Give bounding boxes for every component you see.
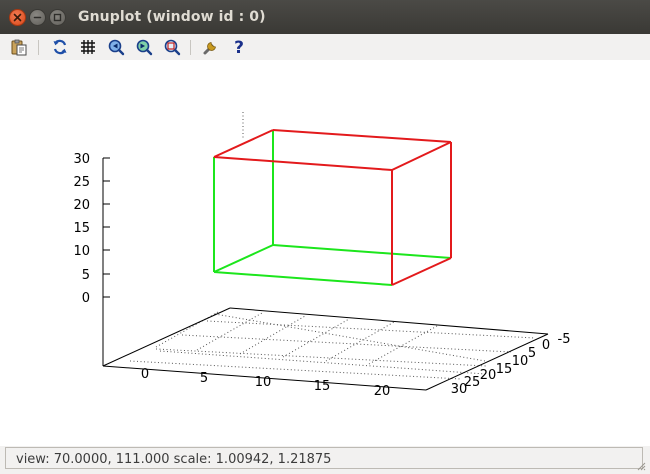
grid-icon: [81, 40, 95, 54]
minimize-button[interactable]: [29, 8, 46, 26]
window-title: Gnuplot (window id : 0): [78, 9, 266, 25]
grid-line: [181, 334, 512, 353]
close-button[interactable]: [9, 8, 26, 26]
z-tick-label: 5: [82, 268, 90, 283]
grid-line: [239, 315, 306, 355]
help-icon: ?: [234, 38, 244, 56]
zoom-previous-icon: [108, 39, 125, 56]
x-tick-label: 5: [200, 371, 208, 386]
x-tick-label: 0: [141, 367, 149, 382]
z-tick-label: 0: [82, 291, 90, 306]
toolbar-separator: [38, 40, 39, 55]
next-zoom-button[interactable]: [133, 37, 155, 57]
box-front-edge: [213, 156, 393, 171]
zoom-next-icon: [136, 39, 153, 56]
x-tick-label: 20: [374, 384, 391, 399]
box-back-edge: [213, 244, 274, 273]
settings-button[interactable]: [200, 37, 222, 57]
grid-line: [155, 348, 487, 367]
box-back-edge: [213, 271, 393, 286]
gnuplot-window: Gnuplot (window id : 0) ? 30 25 20 15 10…: [0, 0, 650, 474]
x-tick-label: 10: [255, 375, 272, 390]
status-frame: view: 70.0000, 111.000 scale: 1.00942, 1…: [5, 447, 643, 469]
autoscale-button[interactable]: [161, 37, 183, 57]
z-tick-label: 25: [73, 175, 90, 190]
svg-text:?: ?: [234, 38, 244, 56]
replot-button[interactable]: [49, 37, 71, 57]
box-back-edges: [213, 130, 452, 286]
grid-line: [368, 325, 438, 365]
maximize-icon: [53, 13, 62, 21]
plot-surface[interactable]: 30 25 20 15 10 5 0 0 5 10 15 20 -5 0 5 1…: [0, 60, 650, 446]
plot-axes: [102, 157, 549, 391]
toolbar-separator: [190, 40, 191, 55]
box-front-edge: [272, 129, 452, 143]
z-tick-label: 15: [73, 221, 90, 236]
grid-line: [159, 350, 486, 375]
base-grid: [129, 112, 536, 380]
status-bar: view: 70.0000, 111.000 scale: 1.00942, 1…: [0, 446, 650, 474]
z-tick-labels: 30 25 20 15 10 5 0: [73, 152, 90, 306]
toolbar: ?: [0, 34, 650, 60]
y-tick-label: -5: [558, 332, 571, 347]
refresh-icon: [53, 39, 67, 55]
box-front-edge: [213, 129, 274, 158]
toggle-grid-button[interactable]: [77, 37, 99, 57]
z-tick-label: 30: [73, 152, 90, 167]
z-tick-label: 20: [73, 198, 90, 213]
grid-line: [282, 318, 350, 358]
box-front-edge: [391, 141, 452, 171]
title-bar[interactable]: Gnuplot (window id : 0): [0, 0, 650, 35]
y-tick-labels: -5 0 5 10 15 20 25 30: [451, 332, 571, 397]
box-front-edge: [391, 257, 452, 286]
y-tick-label: 0: [542, 338, 550, 353]
base-edge-left: [102, 307, 231, 367]
zoom-autoscale-icon: [164, 39, 181, 56]
grid-line: [206, 320, 536, 339]
grid-line: [214, 313, 486, 362]
x-tick-label: 15: [314, 379, 331, 394]
y-tick-label: 5: [528, 346, 536, 361]
clipboard-icon: [11, 39, 27, 56]
copy-to-clipboard-button[interactable]: [8, 37, 30, 57]
z-tick-label: 10: [73, 244, 90, 259]
box-front-edges: [213, 129, 452, 286]
maximize-button[interactable]: [49, 8, 66, 26]
y-tick-label: 30: [451, 382, 468, 397]
minimize-icon: [33, 16, 42, 18]
y-tick-label: 15: [496, 362, 513, 377]
grid-line: [325, 321, 395, 362]
y-tick-label: 20: [480, 368, 497, 383]
y-tick-label: 10: [512, 354, 529, 369]
close-icon: [13, 13, 22, 21]
status-text: view: 70.0000, 111.000 scale: 1.00942, 1…: [16, 452, 332, 467]
previous-zoom-button[interactable]: [105, 37, 127, 57]
wrench-icon: [203, 42, 216, 55]
resize-grip-icon[interactable]: [636, 461, 646, 471]
grid-line: [129, 360, 462, 380]
box-back-edge: [272, 244, 452, 259]
plot-canvas[interactable]: 30 25 20 15 10 5 0 0 5 10 15 20 -5 0 5 1…: [0, 60, 650, 446]
help-button[interactable]: ?: [228, 37, 250, 57]
